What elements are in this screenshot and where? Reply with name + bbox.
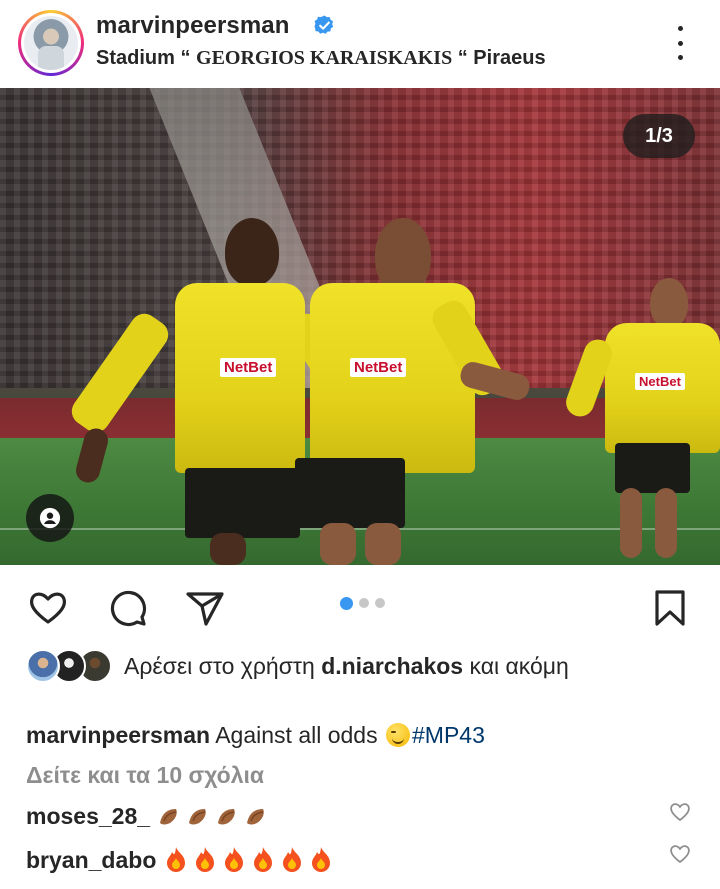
carousel-dot-1 (340, 596, 353, 610)
likes-prefix: Αρέσει στο χρήστη (124, 653, 322, 679)
comment-icon[interactable] (106, 586, 150, 630)
bookmark-icon[interactable] (648, 586, 692, 630)
clapping-hands-icon (156, 803, 272, 829)
liked-by-user[interactable]: d.niarchakos (321, 653, 463, 679)
player-right-sponsor: NetBet (635, 373, 685, 390)
caption-text: Against all odds (210, 722, 384, 748)
user-tag-icon (39, 507, 61, 529)
likes-suffix: και ακόμη (463, 653, 569, 679)
profile-avatar[interactable] (18, 10, 84, 76)
player-right: NetBet (562, 278, 720, 565)
view-all-comments-link[interactable]: Δείτε και τα 10 σχόλια (26, 762, 264, 789)
comment-row: moses_28_ (26, 803, 272, 830)
carousel-dot-3 (375, 598, 385, 608)
caption-username[interactable]: marvinpeersman (26, 722, 210, 748)
comment-username[interactable]: moses_28_ (26, 803, 150, 829)
player-left-sponsor: NetBet (220, 358, 277, 377)
liked-by-avatars[interactable] (26, 649, 116, 685)
location-name: GEORGIOS KARAISKAKIS (196, 47, 453, 69)
carousel-counter: 1/3 (623, 114, 695, 158)
caption-hashtag[interactable]: #MP43 (412, 722, 485, 748)
post-location[interactable]: Stadium “ GEORGIOS KARAISKAKIS “ Piraeus (96, 47, 546, 70)
comment-row: bryan_dabo (26, 845, 337, 874)
player-center-sponsor: NetBet (350, 358, 407, 377)
post-photo[interactable]: NetBet NetBet NetBet 1/3 (0, 88, 720, 565)
liker-avatar-1 (26, 649, 60, 683)
user-tag-button[interactable] (26, 494, 74, 542)
carousel-dot-2 (359, 598, 369, 608)
player-left: NetBet (66, 218, 373, 565)
post-author-username[interactable]: marvinpeersman (96, 12, 290, 40)
location-suffix: “ Piraeus (452, 47, 546, 69)
player-center: NetBet (290, 218, 533, 565)
more-options-icon[interactable] (668, 26, 692, 60)
fire-icon (163, 847, 337, 873)
winking-face-icon (386, 723, 410, 747)
comment-like-heart-icon[interactable] (668, 842, 692, 866)
post-header: marvinpeersman Stadium “ GEORGIOS KARAIS… (0, 0, 720, 86)
post-caption: marvinpeersman Against all odds #MP43 (26, 719, 485, 751)
verified-badge-icon (314, 15, 334, 34)
likes-summary[interactable]: Αρέσει στο χρήστη d.niarchakos και ακόμη (124, 650, 684, 682)
comment-username[interactable]: bryan_dabo (26, 847, 156, 873)
avatar-image (24, 16, 78, 70)
share-icon[interactable] (182, 586, 226, 630)
carousel-indicator (340, 596, 385, 610)
location-prefix: Stadium “ (96, 47, 197, 69)
comment-like-heart-icon[interactable] (668, 800, 692, 824)
heart-icon[interactable] (26, 586, 70, 630)
